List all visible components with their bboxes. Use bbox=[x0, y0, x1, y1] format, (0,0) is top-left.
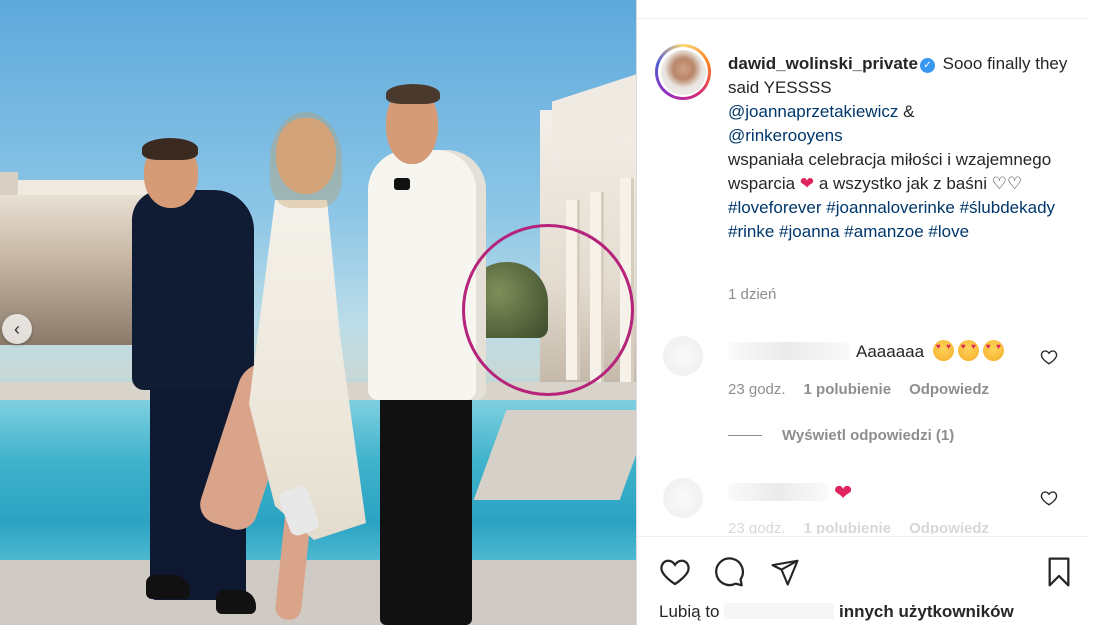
person-left-shoe bbox=[216, 590, 256, 614]
highlight-circle bbox=[462, 224, 634, 396]
comment-avatar[interactable] bbox=[663, 336, 703, 376]
person-right-bowtie bbox=[394, 178, 410, 190]
blurred-liker bbox=[724, 603, 835, 619]
heart-outline-icon[interactable] bbox=[657, 554, 693, 590]
person-left-shoe bbox=[146, 575, 190, 599]
hashtag-link[interactable]: #love bbox=[928, 222, 969, 241]
hashtag-link[interactable]: #joanna bbox=[779, 222, 840, 241]
avatar-photo bbox=[660, 49, 706, 95]
comment-like-heart-icon[interactable] bbox=[1039, 347, 1059, 367]
person-center-hair bbox=[270, 112, 342, 208]
post-actions bbox=[657, 554, 1077, 590]
reply-button[interactable]: Odpowiedz bbox=[909, 381, 989, 398]
comment-body: Aaaaaaa bbox=[856, 342, 925, 361]
paper-plane-icon[interactable] bbox=[767, 554, 803, 590]
comment-time[interactable]: 23 godz. bbox=[728, 381, 786, 398]
post-timestamp[interactable]: 1 dzień bbox=[728, 286, 776, 303]
hashtag-link[interactable]: #ślubdekady bbox=[960, 198, 1055, 217]
comment-text: ❤ bbox=[728, 480, 852, 506]
bookmark-icon[interactable] bbox=[1041, 554, 1077, 590]
pool-deck-bottom bbox=[0, 560, 636, 625]
username-link[interactable]: dawid_wolinski_private bbox=[728, 54, 918, 73]
person-left-hair bbox=[142, 138, 198, 160]
header-divider bbox=[637, 18, 1089, 19]
person-left-body bbox=[132, 190, 254, 390]
view-replies-label: Wyświetl odpowiedzi (1) bbox=[782, 427, 955, 444]
verified-badge-icon: ✓ bbox=[919, 58, 935, 73]
comment-text: Aaaaaaa bbox=[728, 340, 1004, 362]
comment-meta: 23 godz. 1 polubienie Odpowiedz bbox=[728, 520, 989, 534]
heart-eyes-emoji-icon bbox=[982, 340, 1004, 361]
post-photo[interactable]: ‹ bbox=[0, 0, 636, 625]
heart-eyes-emoji-icon bbox=[957, 340, 979, 361]
comment-time[interactable]: 23 godz. bbox=[728, 520, 786, 534]
mention-link[interactable]: @rinkerooyens bbox=[728, 126, 843, 145]
person-right-legs bbox=[380, 392, 472, 625]
post-side-panel: dawid_wolinski_private ✓ Sooo finally the… bbox=[636, 0, 1100, 625]
avatar[interactable] bbox=[655, 44, 711, 100]
person-right-hair bbox=[386, 84, 440, 104]
chevron-left-icon[interactable]: ‹ bbox=[2, 314, 32, 344]
avatar-frame bbox=[658, 47, 708, 97]
blurred-username bbox=[728, 483, 828, 501]
blurred-username bbox=[728, 342, 850, 360]
red-heart-icon: ❤ bbox=[799, 174, 815, 193]
hashtag-link[interactable]: #joannaloverinke bbox=[826, 198, 955, 217]
hashtag-link[interactable]: #amanzoe bbox=[844, 222, 923, 241]
red-heart-icon: ❤ bbox=[834, 480, 853, 505]
caption-body: a wszystko jak z baśni bbox=[818, 174, 987, 193]
likes-suffix[interactable]: innych użytkowników bbox=[839, 602, 1014, 621]
comment-likes[interactable]: 1 polubienie bbox=[804, 381, 892, 398]
reply-button[interactable]: Odpowiedz bbox=[909, 520, 989, 534]
white-heart-icon: ♡♡ bbox=[991, 174, 1023, 193]
comment-like-heart-icon[interactable] bbox=[1039, 488, 1059, 508]
view-replies-button[interactable]: Wyświetl odpowiedzi (1) bbox=[728, 427, 954, 444]
post-caption: dawid_wolinski_private ✓ Sooo finally the… bbox=[728, 52, 1073, 244]
speech-bubble-icon[interactable] bbox=[711, 554, 747, 590]
comment-avatar[interactable] bbox=[663, 478, 703, 518]
likes-summary[interactable]: Lubią to innych użytkowników bbox=[659, 602, 1014, 622]
hashtag-link[interactable]: #loveforever bbox=[728, 198, 822, 217]
comment-meta: 23 godz. 1 polubienie Odpowiedz bbox=[728, 381, 989, 398]
mention-joiner: & bbox=[903, 102, 915, 121]
hashtag-link[interactable]: #rinke bbox=[728, 222, 774, 241]
comment-likes[interactable]: 1 polubienie bbox=[804, 520, 892, 534]
replies-divider bbox=[728, 435, 762, 436]
likes-prefix: Lubią to bbox=[659, 602, 720, 621]
mention-link[interactable]: @joannaprzetakiewicz bbox=[728, 102, 898, 121]
heart-eyes-emoji-icon bbox=[932, 340, 954, 361]
actions-divider bbox=[637, 536, 1089, 537]
